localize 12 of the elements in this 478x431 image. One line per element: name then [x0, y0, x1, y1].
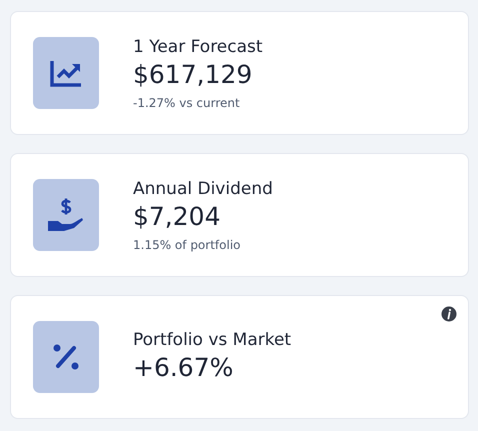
card-note: -1.27% vs current — [133, 96, 241, 110]
card-title: Annual Dividend — [133, 178, 273, 200]
card-value: $617,129 — [133, 59, 254, 91]
card-note: 1.15% of portfolio — [133, 238, 242, 252]
card-title: Portfolio vs Market — [133, 329, 292, 351]
chart-icon — [50, 59, 82, 87]
card-value: +6.67% — [133, 352, 234, 384]
card-title: 1 Year Forecast — [133, 36, 263, 58]
percent-icon — [53, 344, 79, 370]
card-value: $7,204 — [133, 201, 222, 233]
dividend-icon — [47, 198, 85, 232]
info-icon[interactable] — [441, 306, 457, 322]
